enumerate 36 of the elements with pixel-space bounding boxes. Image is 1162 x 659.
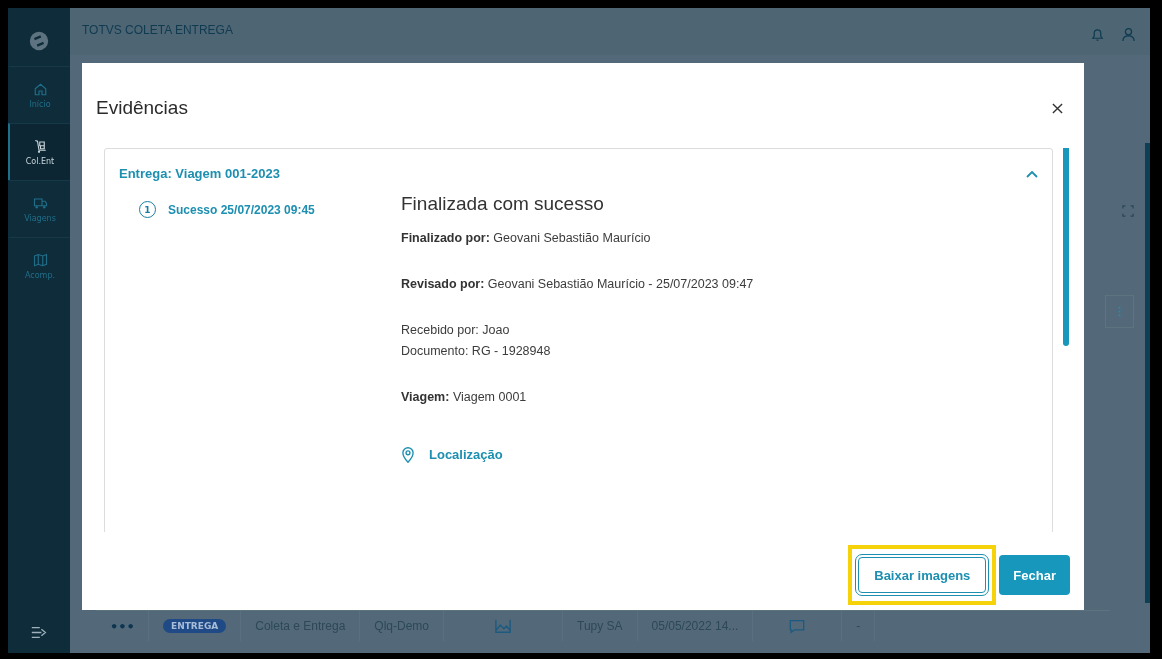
chevron-up-icon[interactable]: [1026, 169, 1038, 178]
detail-text: Recebido por: Joao: [401, 323, 511, 337]
notification-bell-icon[interactable]: [1090, 27, 1105, 42]
user-icon[interactable]: [1121, 27, 1136, 42]
step-item[interactable]: 1 Sucesso 25/07/2023 09:45: [139, 201, 401, 218]
scrollbar[interactable]: [1145, 143, 1150, 603]
truck-icon: [32, 195, 48, 211]
detail-text: Viagem: Viagem 0001: [401, 390, 528, 404]
detail-heading: Finalizada com sucesso: [401, 193, 605, 215]
image-icon[interactable]: [494, 618, 512, 634]
table-cell: -: [856, 619, 861, 633]
logo-icon: [28, 30, 50, 52]
nav-item[interactable]: Acomp.: [8, 237, 70, 294]
nav-item[interactable]: Viagens: [8, 180, 70, 237]
type-badge: ENTREGA: [163, 619, 227, 633]
fullscreen-icon[interactable]: [1122, 205, 1134, 217]
detail-text: Documento: RG - 1928948: [401, 344, 552, 358]
nav-item[interactable]: Col.Ent: [8, 123, 70, 180]
download-button[interactable]: Baixar imagens: [858, 557, 987, 593]
comment-icon[interactable]: [788, 618, 807, 634]
detail-text: Finalizado por: Geovani Sebastião Maurício: [401, 231, 652, 245]
close-dialog-button[interactable]: Fechar: [999, 555, 1070, 595]
location-link[interactable]: Localização: [429, 447, 503, 462]
location-pin-icon[interactable]: [401, 446, 415, 463]
hand-truck-icon: [32, 138, 48, 154]
kebab-menu-icon[interactable]: [1118, 306, 1121, 317]
app-title: TOTVS COLETA ENTREGA: [82, 23, 233, 37]
dialog-title: Evidências: [96, 97, 188, 119]
expand-menu-icon[interactable]: [31, 626, 47, 639]
close-icon: [1052, 102, 1063, 114]
home-icon: [32, 81, 48, 97]
more-button[interactable]: •••: [110, 618, 135, 634]
panel-title[interactable]: Entrega: Viagem 001-2023: [119, 166, 280, 181]
scrollbar[interactable]: [1063, 148, 1069, 346]
map-icon: [32, 252, 48, 268]
detail-text: Revisado por: Geovani Sebastião Maurício - 25/07/2023 09:47: [401, 277, 754, 291]
